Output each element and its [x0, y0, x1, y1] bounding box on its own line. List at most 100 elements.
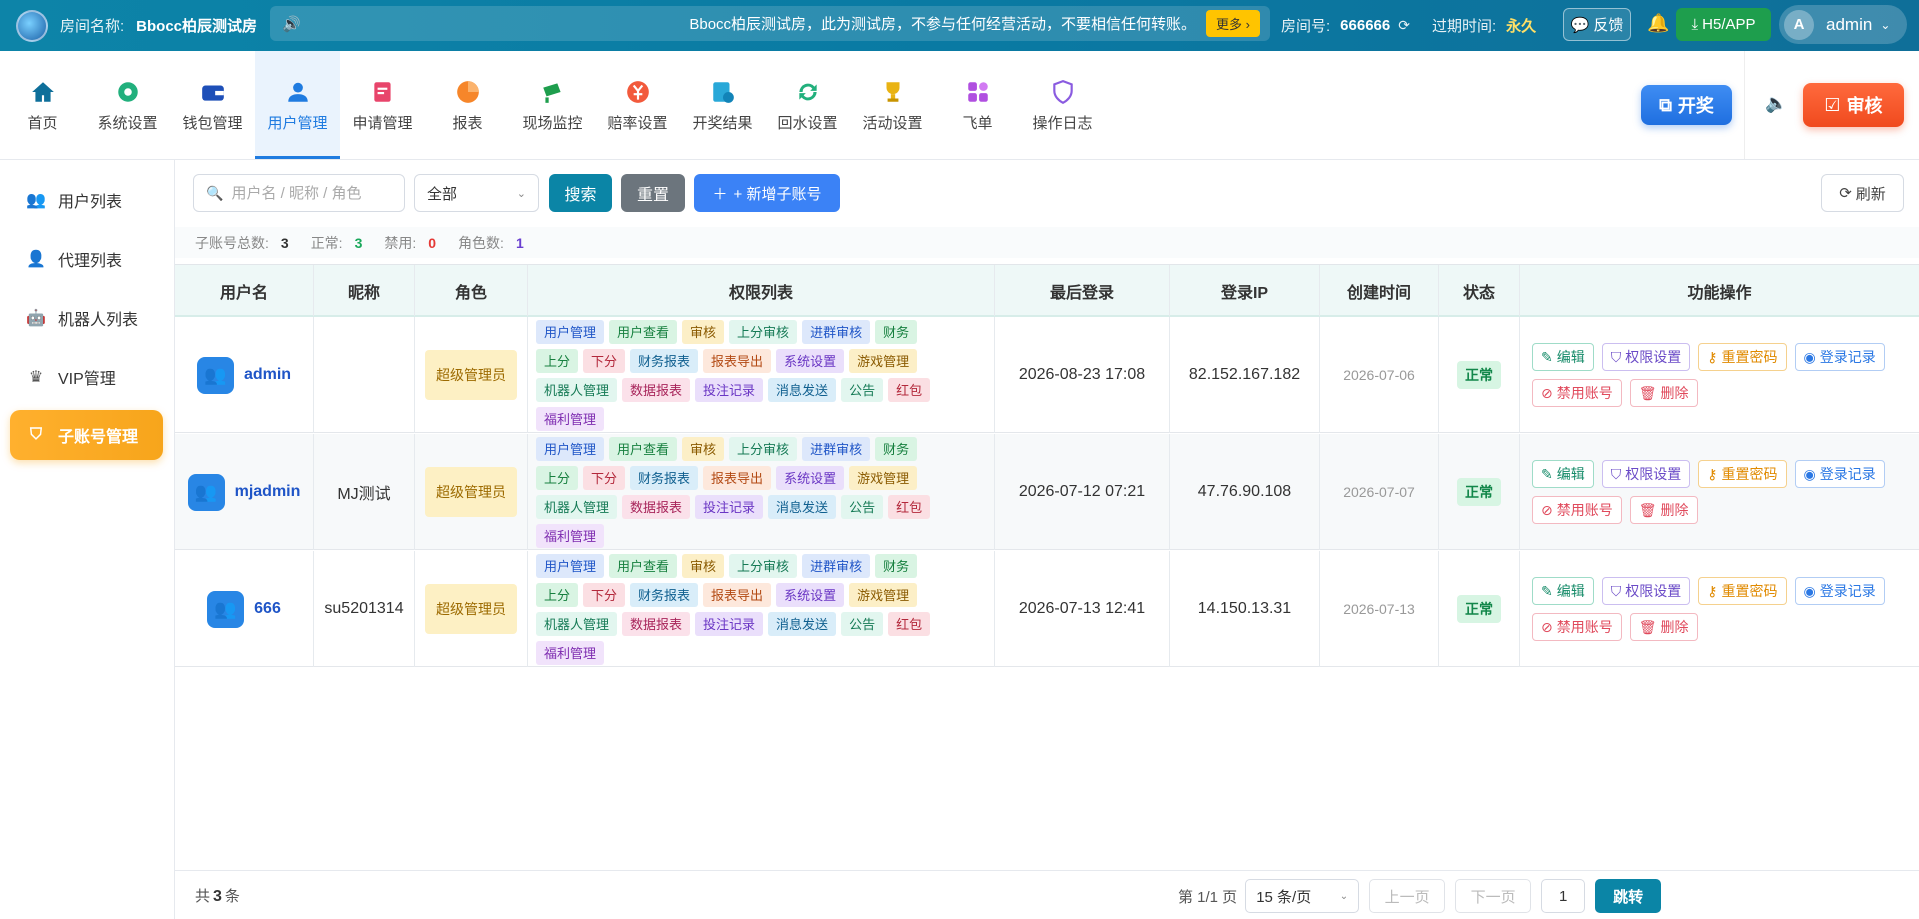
bell-icon[interactable]: 🔔 [1647, 13, 1669, 34]
username-cell[interactable]: 👥 mjadmin [187, 473, 300, 511]
reset-password-button[interactable]: ⚷ 重置密码 [1698, 460, 1787, 488]
nav-item-result[interactable]: 开奖结果 [680, 51, 765, 159]
permission-tag: 用户查看 [609, 319, 678, 344]
refresh-icon [794, 78, 822, 106]
h5-app-button[interactable]: ⤓ H5/APP [1676, 8, 1771, 41]
sidebar-item-users[interactable]: 👥 用户列表 [10, 175, 163, 225]
permission-tag: 数据报表 [622, 494, 691, 519]
nav-label: 操作日志 [1032, 114, 1093, 132]
filter-select[interactable]: 全部 ⌄ [414, 174, 539, 212]
permission-tag: 用户查看 [609, 553, 678, 578]
table-cell: ✎ 编辑 ⛉ 权限设置 ⚷ 重置密码 ◉ 登录记录 ⊘ 禁用账号 🗑 删除 [1520, 551, 1919, 667]
nav-item-apply[interactable]: 申请管理 [340, 51, 425, 159]
edit-button[interactable]: ✎ 编辑 [1532, 460, 1594, 488]
reset-password-button[interactable]: ⚷ 重置密码 [1698, 343, 1787, 371]
edit-label: 编辑 [1556, 466, 1585, 482]
room-info: 房间号: 666666 ⟳ 过期时间: 永久 [1281, 0, 1536, 51]
sidebar-item-robots[interactable]: 🤖 机器人列表 [10, 293, 163, 343]
permission-tag: 消息发送 [768, 377, 837, 402]
nav-item-system[interactable]: 系统设置 [85, 51, 170, 159]
user-x-icon: ⊘ [1541, 618, 1553, 635]
col-header: 权限列表 [528, 265, 995, 316]
username-cell[interactable]: 👥 admin [196, 356, 291, 394]
draw-button[interactable]: ⧉ 开奖 [1641, 85, 1732, 125]
edit-button[interactable]: ✎ 编辑 [1532, 577, 1594, 605]
chevron-down-icon: ⌄ [1339, 890, 1349, 902]
permission-tag: 机器人管理 [536, 611, 618, 636]
delete-button[interactable]: 🗑 删除 [1629, 496, 1698, 524]
table-cell: 2026-07-12 07:21 [995, 434, 1170, 550]
nav-item-monitor[interactable]: 现场监控 [510, 51, 595, 159]
refresh-icon[interactable]: ⟳ [1398, 17, 1410, 34]
permission-tag: 福利管理 [536, 406, 605, 431]
feedback-button[interactable]: 💬 反馈 [1563, 8, 1631, 41]
feedback-label: 反馈 [1593, 17, 1624, 34]
search-input[interactable] [231, 184, 392, 202]
username-cell[interactable]: 👥 666 [207, 590, 281, 628]
refresh-button[interactable]: ⟳ 刷新 [1821, 174, 1904, 212]
edit-button[interactable]: ✎ 编辑 [1532, 343, 1594, 371]
role-badge: 超级管理员 [425, 584, 517, 634]
camera-icon [539, 78, 567, 106]
page-size-select[interactable]: 15 条/页 ⌄ [1245, 879, 1360, 913]
reset-password-button[interactable]: ⚷ 重置密码 [1698, 577, 1787, 605]
total-count: 3 [213, 887, 222, 905]
jump-button[interactable]: 跳转 [1595, 879, 1662, 913]
nav-item-home[interactable]: 首页 [0, 51, 85, 159]
col-header: 创建时间 [1320, 265, 1439, 316]
page-number-input[interactable]: 1 [1541, 879, 1586, 913]
nav-item-report[interactable]: 报表 [425, 51, 510, 159]
pwd-label: 重置密码 [1721, 466, 1778, 482]
search-button[interactable]: 搜索 [549, 174, 612, 212]
nav-label: 用户管理 [267, 114, 328, 132]
h5-label: H5/APP [1702, 16, 1756, 33]
col-header: 状态 [1439, 265, 1520, 316]
table-cell: MJ测试 [314, 434, 415, 550]
del-label: 删除 [1660, 502, 1689, 518]
nav-label: 钱包管理 [182, 114, 243, 132]
stat-label: 子账号总数: [195, 234, 269, 251]
login-record-button[interactable]: ◉ 登录记录 [1794, 343, 1885, 371]
sidebar-item-subaccounts[interactable]: ⛉ 子账号管理 [10, 410, 163, 460]
permission-tag: 上分审核 [729, 319, 798, 344]
more-button[interactable]: 更多 › [1206, 10, 1260, 37]
permission-tag: 上分 [536, 348, 579, 373]
permission-button[interactable]: ⛉ 权限设置 [1601, 343, 1691, 371]
user-avatar-icon: 👥 [196, 356, 234, 394]
pwd-label: 重置密码 [1721, 583, 1778, 599]
nav-item-wallet[interactable]: 钱包管理 [170, 51, 255, 159]
permission-tag: 公告 [841, 494, 884, 519]
permission-button[interactable]: ⛉ 权限设置 [1601, 460, 1691, 488]
room-name: Bbocc柏辰测试房 [136, 18, 258, 35]
permission-button[interactable]: ⛉ 权限设置 [1601, 577, 1691, 605]
nav-item-fly[interactable]: 飞单 [935, 51, 1020, 159]
login-record-button[interactable]: ◉ 登录记录 [1794, 460, 1885, 488]
col-header: 功能操作 [1687, 284, 1752, 302]
search-box[interactable]: 🔍 [193, 174, 405, 212]
login-record-button[interactable]: ◉ 登录记录 [1794, 577, 1885, 605]
disable-account-button[interactable]: ⊘ 禁用账号 [1532, 496, 1622, 524]
delete-button[interactable]: 🗑 删除 [1629, 379, 1698, 407]
reset-button[interactable]: 重置 [621, 174, 685, 212]
sidebar-item-vip[interactable]: ♛ VIP管理 [10, 352, 163, 402]
main-content: 🔍 全部 ⌄ 搜索 重置 ＋ + 新增子账号 ⟳ 刷新 子账号总数: 3 正常: 3… [175, 160, 1919, 919]
nav-item-odds[interactable]: 赔率设置 [595, 51, 680, 159]
nav-item-rebate[interactable]: 回水设置 [765, 51, 850, 159]
nav-item-users[interactable]: 用户管理 [255, 51, 340, 159]
permission-tag: 消息发送 [768, 611, 837, 636]
plus-icon: ＋ [712, 185, 728, 203]
delete-button[interactable]: 🗑 删除 [1629, 613, 1698, 641]
prev-page-button[interactable]: 上一页 [1369, 879, 1446, 913]
next-page-button[interactable]: 下一页 [1455, 879, 1532, 913]
add-subaccount-button[interactable]: ＋ + 新增子账号 [694, 174, 840, 212]
disable-account-button[interactable]: ⊘ 禁用账号 [1532, 379, 1622, 407]
sidebar-item-agents[interactable]: 👤 代理列表 [10, 234, 163, 284]
chevron-down-icon: ⌄ [516, 187, 526, 200]
permission-tag: 进群审核 [802, 436, 871, 461]
disable-account-button[interactable]: ⊘ 禁用账号 [1532, 613, 1622, 641]
speaker-icon[interactable]: 🔈 [1765, 93, 1787, 114]
nav-item-activity[interactable]: 活动设置 [850, 51, 935, 159]
audit-button[interactable]: ☑ 审核 [1803, 83, 1904, 127]
nav-item-log[interactable]: 操作日志 [1020, 51, 1105, 159]
user-menu[interactable]: A admin ⌄ [1779, 5, 1907, 44]
